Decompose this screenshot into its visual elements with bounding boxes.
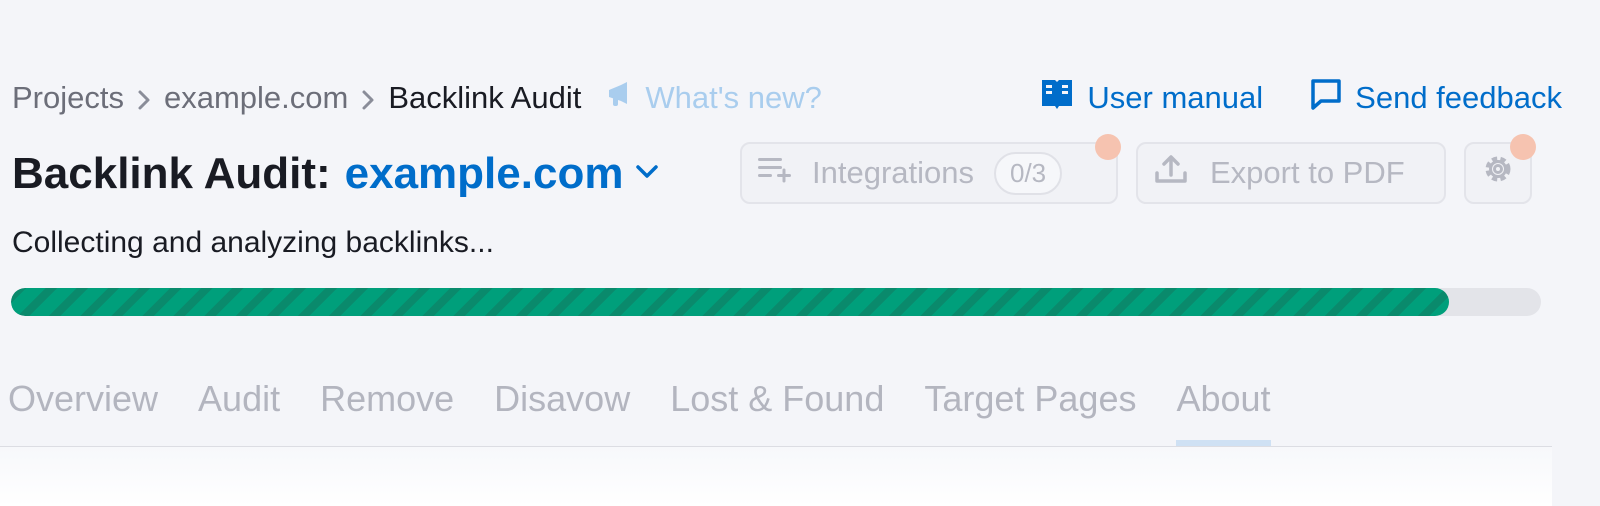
send-feedback-link[interactable]: Send feedback: [1309, 77, 1562, 119]
chevron-right-icon: [348, 80, 388, 116]
chat-bubble-icon: [1309, 77, 1355, 119]
tab-about[interactable]: About: [1176, 370, 1271, 446]
user-manual-label: User manual: [1087, 80, 1264, 115]
export-pdf-button[interactable]: Export to PDF: [1136, 142, 1446, 204]
gear-icon: [1480, 151, 1516, 195]
integrations-notification-dot: [1095, 134, 1121, 160]
megaphone-icon: [605, 79, 645, 117]
export-pdf-label: Export to PDF: [1210, 155, 1405, 190]
breadcrumb: Projects example.com Backlink Audit: [12, 80, 581, 116]
chevron-down-icon: [623, 164, 659, 185]
integrations-label: Integrations: [812, 155, 974, 190]
status-text: Collecting and analyzing backlinks...: [12, 226, 494, 259]
breadcrumb-item-projects[interactable]: Projects: [12, 80, 124, 116]
page-title: Backlink Audit:: [12, 149, 331, 198]
upload-icon: [1154, 153, 1210, 193]
book-icon: [1039, 76, 1087, 120]
chevron-right-icon: [124, 80, 164, 116]
top-bar: Projects example.com Backlink Audit What…: [12, 74, 1562, 122]
project-name: example.com: [344, 149, 624, 198]
tab-lost-found[interactable]: Lost & Found: [670, 370, 884, 446]
tab-overview[interactable]: Overview: [8, 370, 158, 446]
content-area: [0, 447, 1552, 506]
settings-notification-dot: [1510, 134, 1536, 160]
tab-target-pages[interactable]: Target Pages: [924, 370, 1136, 446]
breadcrumb-item-project[interactable]: example.com: [164, 80, 348, 116]
user-manual-link[interactable]: User manual: [1039, 76, 1263, 120]
tab-remove[interactable]: Remove: [320, 370, 454, 446]
integrations-button[interactable]: Integrations 0/3: [740, 142, 1118, 204]
progress-bar-fill: [11, 288, 1450, 316]
project-selector[interactable]: example.com: [345, 149, 660, 199]
tab-bar: Overview Audit Remove Disavow Lost & Fou…: [8, 370, 1271, 446]
backlink-audit-page: Projects example.com Backlink Audit What…: [0, 0, 1600, 506]
tab-audit[interactable]: Audit: [198, 370, 280, 446]
list-add-icon: [756, 154, 812, 192]
send-feedback-label: Send feedback: [1355, 80, 1562, 115]
whats-new-link[interactable]: What's new?: [605, 79, 822, 117]
whats-new-label: What's new?: [645, 80, 822, 115]
integrations-count-badge: 0/3: [994, 151, 1063, 195]
breadcrumb-item-current: Backlink Audit: [388, 80, 582, 115]
progress-bar: [11, 288, 1541, 316]
top-links: User manual Send feedback: [1039, 76, 1562, 120]
title-row: Backlink Audit: example.com Integrations…: [12, 134, 1552, 208]
tab-disavow[interactable]: Disavow: [494, 370, 630, 446]
